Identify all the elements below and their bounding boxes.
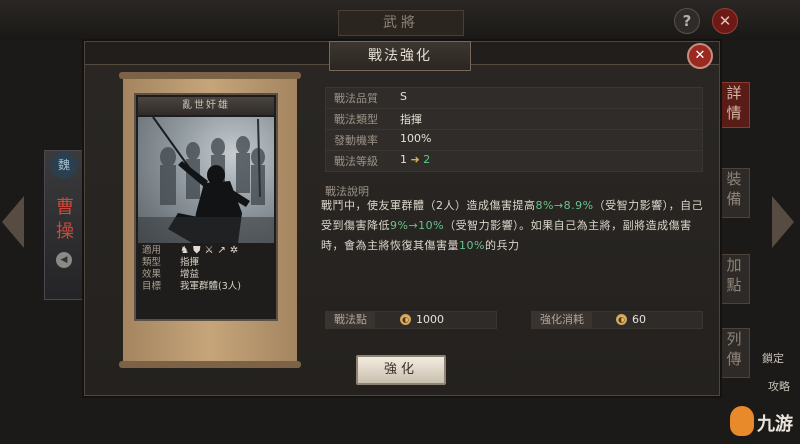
wheel-icon: ✲ <box>229 245 239 256</box>
type-row: 戰法類型 指揮 <box>325 108 703 130</box>
level-from: 1 <box>400 153 407 166</box>
level-label: 戰法等級 <box>334 155 378 168</box>
tab-add-points-char-2: 點 <box>726 276 742 294</box>
desc-text: 戰鬥中，使友軍群體（2人）造成傷害提高 <box>321 199 536 212</box>
crossed-swords-icon: ⚔ <box>204 245 214 256</box>
tactic-name: 亂世奸雄 <box>138 97 274 115</box>
shield-icon: ⛊ <box>192 245 201 256</box>
level-value: 1 ➜ 2 <box>400 153 430 166</box>
applicable-troop-icons: ♞ ⛊ ⚔ ↗ ✲ <box>180 245 242 257</box>
prop-effect: 效果 增益 <box>142 269 272 281</box>
general-name: 曹 操 <box>52 196 78 244</box>
tab-equipment-char-2: 備 <box>726 190 742 208</box>
tactic-description: 戰鬥中，使友軍群體（2人）造成傷害提高8%→8.9%（受智力影響），自己受到傷害… <box>321 196 707 256</box>
watermark-text: 九游 <box>757 414 793 435</box>
warrior-silhouette-icon <box>138 117 274 243</box>
level-row: 戰法等級 1 ➜ 2 <box>325 150 703 172</box>
help-button[interactable]: ? <box>674 8 700 34</box>
prop-key: 適用 <box>142 245 162 256</box>
tactic-points-box: 戰法點 ◐ 1000 <box>325 311 497 329</box>
quality-row: 戰法品質 S <box>325 87 703 109</box>
prop-key: 類型 <box>142 257 162 268</box>
tab-equipment[interactable]: 裝 備 <box>718 168 750 218</box>
tab-biography-char-2: 傳 <box>726 350 742 368</box>
mascot-icon <box>730 406 754 436</box>
strengthen-button[interactable]: 強化 <box>356 355 446 385</box>
scroll-bottom-rod <box>119 361 301 368</box>
prop-key: 效果 <box>142 269 162 280</box>
dialog-title: 戰法強化 <box>329 41 471 71</box>
prop-key: 目標 <box>142 281 162 292</box>
prop-value: 指揮 <box>180 257 200 268</box>
tab-add-points-char-1: 加 <box>726 256 742 274</box>
scroll-top-rod <box>119 72 301 79</box>
faction-badge: 魏 <box>51 152 77 178</box>
type-value: 指揮 <box>400 113 422 126</box>
rate-value: 100% <box>400 132 432 145</box>
tab-biography[interactable]: 列 傳 <box>718 328 750 378</box>
tab-details-char-2: 情 <box>726 104 742 122</box>
quality-value: S <box>400 90 407 103</box>
window-title: 武將 <box>338 10 464 36</box>
tactic-scroll: 亂世奸雄 適用 ♞ ⛊ ⚔ ↗ ✲ 類型 指揮 效果 增益 目標 我軍群體(3人… <box>119 72 301 368</box>
previous-general-arrow-icon[interactable] <box>2 196 24 248</box>
sound-icon[interactable]: ◀ <box>56 252 72 268</box>
window-close-button[interactable]: ✕ <box>712 8 738 34</box>
tab-details[interactable]: 詳 情 <box>718 82 750 128</box>
upgrade-cost-label: 強化消耗 <box>532 312 592 328</box>
upgrade-cost-value: 60 <box>632 313 646 326</box>
general-name-char-1: 曹 <box>56 197 74 218</box>
tab-equipment-char-1: 裝 <box>726 170 742 188</box>
watermark-logo: 九游 <box>730 404 800 440</box>
level-to: 2 <box>423 153 431 166</box>
tab-add-points[interactable]: 加 點 <box>718 254 750 304</box>
guide-label[interactable]: 攻略 <box>768 378 790 394</box>
desc-heal-value: 10% <box>459 239 485 252</box>
prop-applicable: 適用 ♞ ⛊ ⚔ ↗ ✲ <box>142 245 272 257</box>
coin-icon: ◐ <box>400 314 411 325</box>
upgrade-cost-box: 強化消耗 ◐ 60 <box>531 311 703 329</box>
tab-details-char-1: 詳 <box>726 84 742 102</box>
coin-icon: ◐ <box>616 314 627 325</box>
spear-icon: ↗ <box>217 245 226 256</box>
tab-biography-char-1: 列 <box>726 330 742 348</box>
lock-label[interactable]: 鎖定 <box>762 350 784 366</box>
quality-label: 戰法品質 <box>334 92 378 105</box>
tactic-artwork <box>138 117 274 243</box>
tactic-points-label: 戰法點 <box>326 312 375 328</box>
tactic-points-value: 1000 <box>416 313 444 326</box>
next-general-arrow-icon[interactable] <box>772 196 794 248</box>
tactic-properties: 適用 ♞ ⛊ ⚔ ↗ ✲ 類型 指揮 效果 增益 目標 我軍群體(3人) <box>142 245 272 293</box>
prop-target: 目標 我軍群體(3人) <box>142 281 272 293</box>
rate-label: 發動機率 <box>334 134 378 147</box>
cavalry-icon: ♞ <box>180 245 189 256</box>
prop-value: 我軍群體(3人) <box>180 281 241 292</box>
close-icon[interactable]: ✕ <box>687 43 713 69</box>
rate-row: 發動機率 100% <box>325 129 703 151</box>
desc-text: 的兵力 <box>484 239 520 252</box>
tactic-card: 亂世奸雄 適用 ♞ ⛊ ⚔ ↗ ✲ 類型 指揮 效果 增益 目標 我軍群體(3人… <box>134 93 278 321</box>
desc-increase-value: 8%→8.9% <box>535 199 594 212</box>
general-name-char-2: 操 <box>56 221 74 242</box>
tactic-upgrade-dialog: 戰法強化 ✕ 亂世奸雄 適用 ♞ ⛊ ⚔ ↗ ✲ 類型 指揮 效果 增益 目標 … <box>84 41 720 396</box>
arrow-right-icon: ➜ <box>410 153 420 166</box>
type-label: 戰法類型 <box>334 113 378 126</box>
desc-decrease-value: 9%→10% <box>390 219 445 232</box>
prop-value: 增益 <box>180 269 200 280</box>
prop-type: 類型 指揮 <box>142 257 272 269</box>
